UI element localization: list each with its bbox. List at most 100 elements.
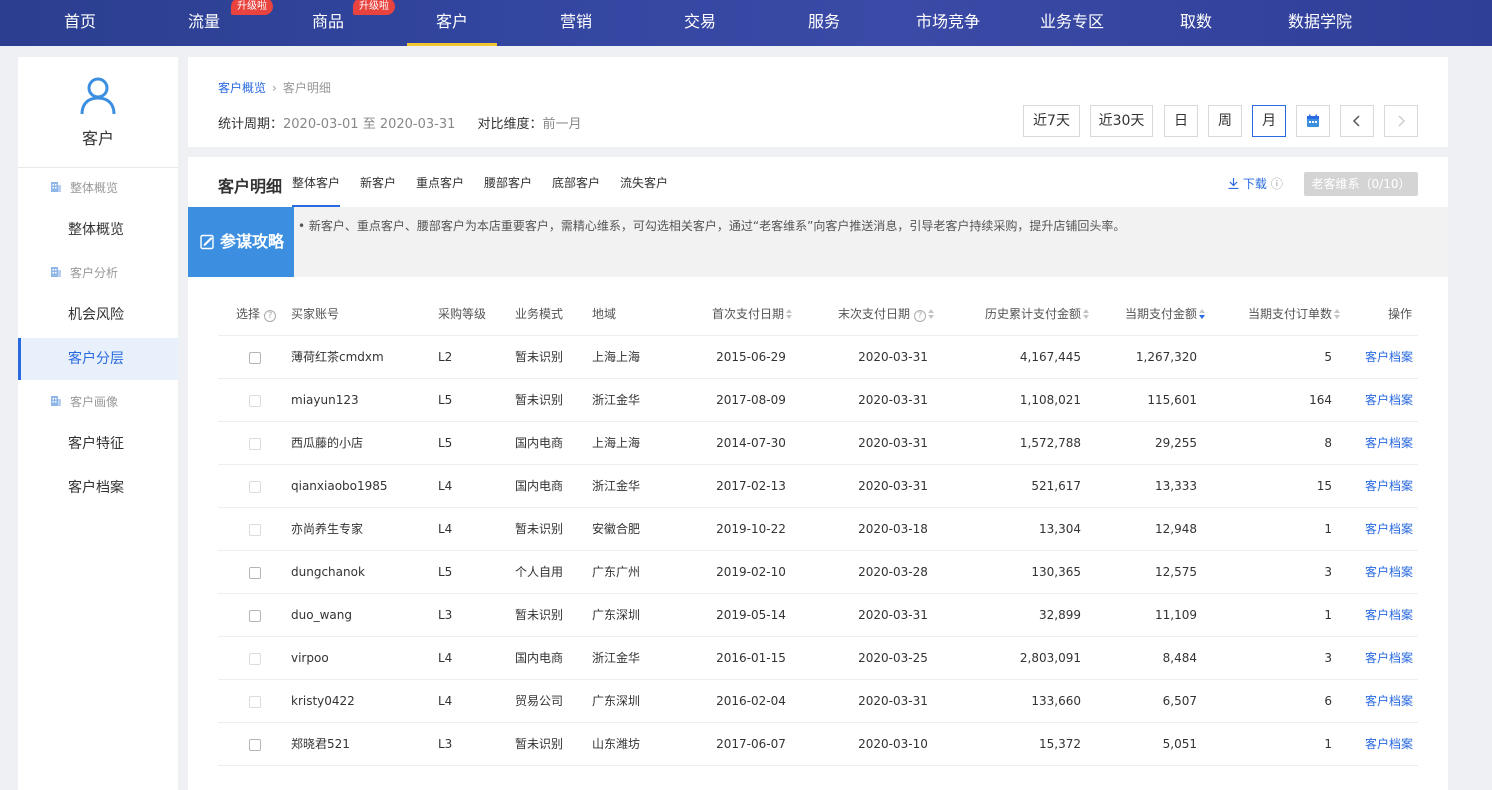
compare-label: 对比维度： (477, 117, 543, 132)
last-pay-date: 2020-03-31 (858, 393, 928, 407)
customer-profile-link[interactable]: 客户档案 (1365, 594, 1413, 637)
building-icon (51, 267, 61, 277)
sidebar-group-label: 整体概览 (70, 181, 119, 195)
tab-new-customers[interactable]: 新客户 (360, 173, 396, 207)
nav-business-zone[interactable]: 业务专区 (1010, 0, 1134, 46)
region: 浙江金华 (592, 651, 641, 665)
row-select-checkbox[interactable] (249, 481, 261, 493)
business-mode: 贸易公司 (515, 694, 564, 708)
nav-marketing[interactable]: 营销 (514, 0, 638, 46)
header-last-pay[interactable]: 末次支付日期? (838, 293, 935, 336)
header-select-label: 选择 (236, 307, 261, 321)
last-pay-date: 2020-03-31 (858, 694, 928, 708)
help-icon[interactable]: ? (264, 310, 277, 322)
buyer-account: 亦尚养生专家 (291, 522, 364, 536)
old-customer-retention-button[interactable]: 老客维系（0/10） (1304, 172, 1418, 196)
last-pay-date: 2020-03-31 (858, 608, 928, 622)
sort-icon (928, 309, 935, 319)
breadcrumb-customer-overview[interactable]: 客户概览 (218, 81, 266, 95)
strategy-badge-label: 参谋攻略 (220, 232, 285, 251)
header-mode: 业务模式 (515, 307, 564, 321)
tab-bottom-customers[interactable]: 底部客户 (552, 173, 600, 207)
nav-data-fetch[interactable]: 取数 (1134, 0, 1258, 46)
table-row: 薄荷红茶cmdxm L2 暂未识别 上海上海 2015-06-29 2020-03-31 4… (218, 336, 1418, 379)
help-icon[interactable]: ? (914, 310, 927, 322)
total-pay-amount: 130,365 (1031, 565, 1081, 579)
header-period-orders[interactable]: 当期支付订单数 (1248, 293, 1341, 336)
purchase-level: L5 (438, 436, 453, 450)
header-first-pay[interactable]: 首次支付日期 (712, 293, 793, 336)
row-select-checkbox[interactable] (249, 653, 261, 665)
sidebar-group-overview: 整体概览 (50, 178, 118, 198)
last-pay-date: 2020-03-28 (858, 565, 928, 579)
tab-lost-customers[interactable]: 流失客户 (620, 173, 668, 207)
row-select-checkbox[interactable] (249, 395, 261, 407)
sidebar-item-opportunity-risk[interactable]: 机会风险 (18, 294, 178, 336)
customer-profile-link[interactable]: 客户档案 (1365, 551, 1413, 594)
last-pay-date: 2020-03-10 (858, 737, 928, 751)
next-period-button[interactable] (1384, 105, 1418, 137)
customer-profile-link[interactable]: 客户档案 (1365, 637, 1413, 680)
nav-transactions[interactable]: 交易 (638, 0, 762, 46)
header-level: 采购等级 (438, 307, 487, 321)
sidebar-item-customer-profiles[interactable]: 客户档案 (18, 467, 178, 509)
sidebar-item-customer-segments[interactable]: 客户分层 (18, 338, 178, 380)
region: 上海上海 (592, 350, 641, 364)
day-button[interactable]: 日 (1164, 105, 1198, 137)
total-pay-amount: 521,617 (1031, 479, 1081, 493)
sidebar-item-overview[interactable]: 整体概览 (18, 209, 178, 251)
row-select-checkbox[interactable] (249, 739, 261, 751)
period-order-count: 1 (1324, 522, 1332, 536)
nav-data-academy[interactable]: 数据学院 (1258, 0, 1382, 46)
period-pay-amount: 6,507 (1162, 694, 1197, 708)
nav-market-competition[interactable]: 市场竞争 (886, 0, 1010, 46)
purchase-level: L4 (438, 694, 453, 708)
tab-all-customers[interactable]: 整体客户 (292, 173, 341, 207)
header-action: 操作 (1388, 307, 1413, 321)
calendar-button[interactable] (1296, 105, 1330, 137)
period-pay-amount: 8,484 (1162, 651, 1197, 665)
row-select-checkbox[interactable] (249, 610, 261, 622)
help-icon[interactable]: ⓘ (1271, 177, 1283, 191)
period-order-count: 5 (1324, 350, 1332, 364)
tab-mid-customers[interactable]: 腰部客户 (484, 173, 532, 207)
customer-profile-link[interactable]: 客户档案 (1365, 680, 1413, 723)
header-period-amount[interactable]: 当期支付金额 (1125, 293, 1206, 336)
row-select-checkbox[interactable] (249, 352, 261, 364)
customer-profile-link[interactable]: 客户档案 (1365, 379, 1413, 422)
first-pay-date: 2017-02-13 (716, 479, 786, 493)
row-select-checkbox[interactable] (249, 696, 261, 708)
region: 广东深圳 (592, 608, 641, 622)
sidebar-title: 客户 (81, 129, 114, 148)
customer-profile-link[interactable]: 客户档案 (1365, 422, 1413, 465)
download-button[interactable]: 下载 ⓘ (1228, 175, 1283, 192)
row-select-checkbox[interactable] (249, 524, 261, 536)
row-select-checkbox[interactable] (249, 438, 261, 450)
customer-profile-link[interactable]: 客户档案 (1365, 336, 1413, 379)
sidebar-group-label: 客户画像 (70, 395, 119, 409)
header-total-amount[interactable]: 历史累计支付金额 (985, 293, 1090, 336)
purchase-level: L5 (438, 565, 453, 579)
last-7-days-button[interactable]: 近7天 (1023, 105, 1080, 137)
customer-profile-link[interactable]: 客户档案 (1365, 508, 1413, 551)
month-button[interactable]: 月 (1252, 105, 1286, 137)
week-button[interactable]: 周 (1208, 105, 1242, 137)
customer-profile-link[interactable]: 客户档案 (1365, 723, 1413, 766)
table-row: miayun123 L5 暂未识别 浙江金华 2017-08-09 2020-03-31 1… (218, 379, 1418, 422)
row-select-checkbox[interactable] (249, 567, 261, 579)
nav-customers[interactable]: 客户 (390, 0, 514, 46)
table-row: kristy0422 L4 贸易公司 广东深圳 2016-02-04 2020-03-31… (218, 680, 1418, 723)
sidebar-item-customer-features[interactable]: 客户特征 (18, 423, 178, 465)
buyer-account: qianxiaobo1985 (291, 479, 388, 493)
buyer-account: miayun123 (291, 393, 359, 407)
nav-service[interactable]: 服务 (762, 0, 886, 46)
nav-home[interactable]: 首页 (18, 0, 142, 46)
period-label: 统计周期： (218, 117, 284, 132)
previous-period-button[interactable] (1340, 105, 1374, 137)
tab-key-customers[interactable]: 重点客户 (416, 173, 464, 207)
last-30-days-button[interactable]: 近30天 (1090, 105, 1153, 137)
customer-profile-link[interactable]: 客户档案 (1365, 465, 1413, 508)
period-order-count: 3 (1324, 565, 1332, 579)
period-order-count: 3 (1324, 651, 1332, 665)
purchase-level: L2 (438, 350, 453, 364)
